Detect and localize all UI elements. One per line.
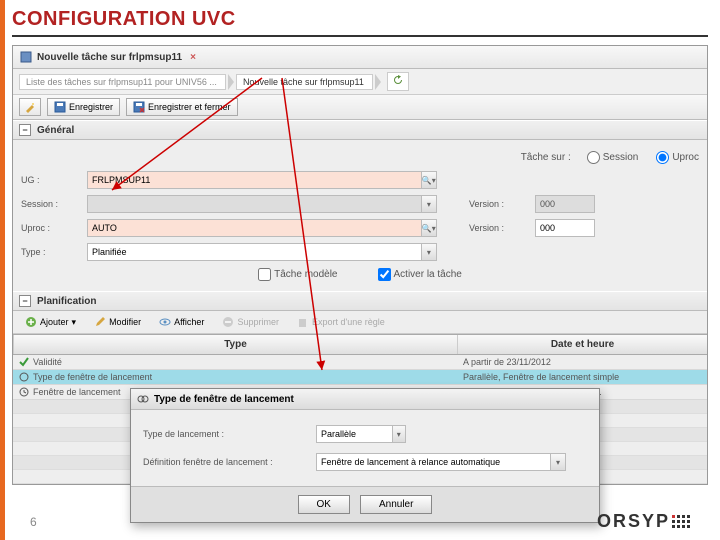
clock-icon xyxy=(19,387,29,397)
disk-close-icon xyxy=(133,101,145,113)
task-icon xyxy=(19,50,33,64)
tab-close-icon[interactable]: × xyxy=(186,52,200,63)
ug-input[interactable]: 🔍▾ xyxy=(87,171,437,189)
type-label: Type : xyxy=(21,247,81,257)
collapse-icon[interactable]: − xyxy=(19,295,31,307)
version-input[interactable] xyxy=(535,219,595,237)
title-underline xyxy=(12,35,708,37)
grid-header: Type Date et heure xyxy=(13,334,707,355)
dialog-body: Type de lancement : ▾ Définition fenêtre… xyxy=(131,410,599,486)
refresh-button[interactable] xyxy=(387,72,409,91)
check-icon xyxy=(19,357,29,367)
slide-title: CONFIGURATION UVC xyxy=(0,0,720,35)
wand-icon xyxy=(24,101,36,113)
task-on-label: Tâche sur : xyxy=(521,152,571,163)
section-planif-header[interactable]: − Planification xyxy=(13,291,707,311)
chk-active[interactable]: Activer la tâche xyxy=(378,268,462,281)
window-type-icon xyxy=(19,372,29,382)
save-label: Enregistrer xyxy=(69,102,113,112)
chevron-right-icon xyxy=(228,74,234,90)
export-icon xyxy=(297,316,309,328)
window-type-icon xyxy=(137,393,149,405)
minus-icon xyxy=(222,316,234,328)
save-button[interactable]: Enregistrer xyxy=(47,98,120,116)
tab-label[interactable]: Nouvelle tâche sur frlpmsup11 xyxy=(37,52,182,63)
table-row[interactable]: Validité A partir de 23/11/2012 xyxy=(13,355,707,370)
chevron-down-icon[interactable]: ▾ xyxy=(392,426,405,442)
launch-type-label: Type de lancement : xyxy=(143,429,308,439)
modify-button[interactable]: Modifier xyxy=(88,314,147,330)
section-label: Général xyxy=(37,125,74,136)
radio-uproc[interactable]: Uproc xyxy=(656,151,699,164)
dialog-title: Type de fenêtre de lancement xyxy=(154,394,294,405)
chevron-down-icon[interactable]: ▾ xyxy=(550,454,565,470)
session-label: Session : xyxy=(21,199,81,209)
launch-window-dialog: Type de fenêtre de lancement Type de lan… xyxy=(130,388,600,523)
version-label: Version : xyxy=(469,223,529,233)
window-def-label: Définition fenêtre de lancement : xyxy=(143,457,308,467)
save-close-button[interactable]: Enregistrer et fermer xyxy=(126,98,238,116)
chevron-down-icon[interactable]: ▾ xyxy=(421,244,436,260)
show-button[interactable]: Afficher xyxy=(153,314,210,330)
action-button[interactable] xyxy=(19,98,41,116)
version-input[interactable] xyxy=(535,195,595,213)
slide-footer: 6 ORSYP xyxy=(0,511,720,532)
dialog-header: Type de fenêtre de lancement xyxy=(131,389,599,410)
version-label: Version : xyxy=(469,199,529,209)
table-row[interactable]: Type de fenêtre de lancement Parallèle, … xyxy=(13,370,707,385)
chk-model[interactable]: Tâche modèle xyxy=(258,268,337,281)
dropdown-icon[interactable]: ▾ xyxy=(421,196,436,212)
brand-logo: ORSYP xyxy=(597,511,690,532)
uproc-input[interactable]: 🔍▾ xyxy=(87,219,437,237)
dropdown-icon[interactable]: 🔍▾ xyxy=(421,172,436,188)
dropdown-icon[interactable]: 🔍▾ xyxy=(421,220,436,236)
plus-icon xyxy=(25,316,37,328)
page-number: 6 xyxy=(30,515,37,529)
session-input[interactable]: ▾ xyxy=(87,195,437,213)
col-type[interactable]: Type xyxy=(13,335,457,354)
chevron-right-icon xyxy=(375,74,381,90)
breadcrumb: Liste des tâches sur frlpmsup11 pour UNI… xyxy=(13,69,707,95)
refresh-icon xyxy=(393,75,403,85)
delete-button[interactable]: Supprimer xyxy=(216,314,285,330)
planif-toolbar: Ajouter▾ Modifier Afficher Supprimer Exp… xyxy=(13,311,707,334)
section-label: Planification xyxy=(37,296,96,307)
slide-accent-bar xyxy=(0,0,5,540)
pencil-icon xyxy=(94,316,106,328)
breadcrumb-item[interactable]: Nouvelle tâche sur frlpmsup11 xyxy=(236,74,373,90)
general-form: Tâche sur : Session Uproc UG : 🔍▾ Sessio… xyxy=(13,140,707,291)
export-button[interactable]: Export d'une règle xyxy=(291,314,391,330)
logo-dots-icon xyxy=(672,515,690,528)
launch-type-select[interactable]: ▾ xyxy=(316,425,406,443)
eye-icon xyxy=(159,316,171,328)
main-toolbar: Enregistrer Enregistrer et fermer xyxy=(13,95,707,120)
chevron-down-icon: ▾ xyxy=(72,317,77,328)
uproc-label: Uproc : xyxy=(21,223,81,233)
ug-label: UG : xyxy=(21,175,81,185)
window-tabs: Nouvelle tâche sur frlpmsup11 × xyxy=(13,46,707,69)
window-def-select[interactable]: ▾ xyxy=(316,453,566,471)
breadcrumb-item[interactable]: Liste des tâches sur frlpmsup11 pour UNI… xyxy=(19,74,226,90)
section-general-header[interactable]: − Général xyxy=(13,120,707,140)
type-select[interactable]: ▾ xyxy=(87,243,437,261)
save-close-label: Enregistrer et fermer xyxy=(148,102,231,112)
radio-session[interactable]: Session xyxy=(587,151,639,164)
collapse-icon[interactable]: − xyxy=(19,124,31,136)
add-button[interactable]: Ajouter▾ xyxy=(19,314,82,330)
disk-icon xyxy=(54,101,66,113)
col-datetime[interactable]: Date et heure xyxy=(457,335,707,354)
